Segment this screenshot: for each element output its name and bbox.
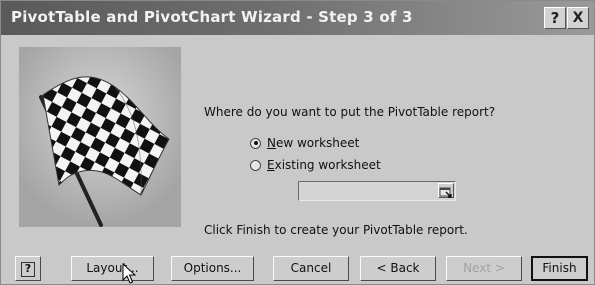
- help-button[interactable]: ?: [15, 256, 41, 281]
- existing-worksheet-hotkey: E: [267, 158, 275, 172]
- title-bar[interactable]: PivotTable and PivotChart Wizard - Step …: [1, 1, 594, 35]
- new-worksheet-hotkey: N: [267, 136, 276, 150]
- checkered-flag-icon: [19, 47, 181, 227]
- window-title: PivotTable and PivotChart Wizard - Step …: [11, 8, 413, 26]
- wizard-dialog: PivotTable and PivotChart Wizard - Step …: [0, 0, 595, 285]
- options-button[interactable]: Options...: [171, 256, 254, 281]
- new-worksheet-label-rest: ew worksheet: [275, 136, 360, 150]
- existing-worksheet-label[interactable]: Existing worksheet: [267, 158, 381, 172]
- collapse-dialog-button[interactable]: [438, 183, 454, 198]
- existing-worksheet-radio[interactable]: [250, 159, 261, 171]
- checkered-flag-graphic: [19, 47, 181, 227]
- new-worksheet-label[interactable]: New worksheet: [267, 136, 359, 150]
- next-button[interactable]: Next >: [446, 256, 522, 281]
- help-icon: ?: [21, 262, 35, 277]
- cancel-button[interactable]: Cancel: [273, 256, 349, 281]
- collapse-dialog-icon: [439, 187, 452, 198]
- finish-instruction: Click Finish to create your PivotTable r…: [204, 223, 468, 237]
- existing-worksheet-option[interactable]: Existing worksheet: [250, 158, 381, 172]
- new-worksheet-radio[interactable]: [250, 137, 261, 149]
- help-title-button[interactable]: ?: [544, 7, 566, 29]
- help-icon: ?: [550, 9, 560, 27]
- close-icon: X: [572, 10, 584, 26]
- back-button[interactable]: < Back: [360, 256, 436, 281]
- placement-question: Where do you want to put the PivotTable …: [204, 105, 496, 119]
- existing-worksheet-label-rest: xisting worksheet: [274, 158, 381, 172]
- close-button[interactable]: X: [567, 7, 589, 29]
- layout-button[interactable]: Layout...: [71, 256, 154, 281]
- finish-button[interactable]: Finish: [531, 256, 588, 281]
- worksheet-reference-input[interactable]: [298, 181, 456, 201]
- mouse-pointer-icon: [122, 263, 136, 284]
- new-worksheet-option[interactable]: New worksheet: [250, 136, 359, 150]
